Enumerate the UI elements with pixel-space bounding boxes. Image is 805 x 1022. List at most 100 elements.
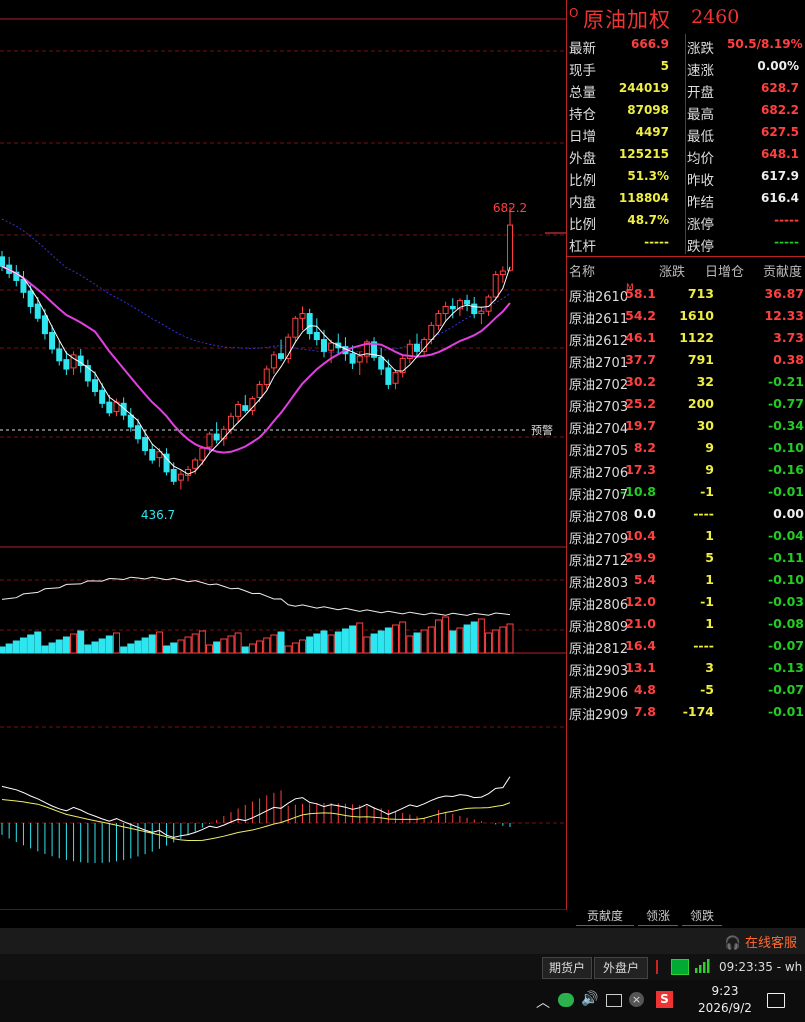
tab-0[interactable]: 贡献度 [576, 907, 634, 926]
candle [235, 400, 242, 423]
candle [177, 470, 184, 490]
volume-bar [434, 619, 442, 654]
column-header[interactable]: 日增仓 [705, 261, 744, 280]
quote-value: 125215 [618, 147, 669, 161]
contract-contribution: -0.10 [767, 572, 804, 587]
volume-bar [120, 646, 128, 654]
volume-bar [134, 640, 142, 654]
futures-account-button[interactable]: 期货户 [542, 957, 592, 979]
macd-dea-line [1, 799, 511, 841]
volume-bar [91, 641, 99, 654]
contract-row[interactable]: 原油2809 21.0 1 -0.08 [567, 613, 805, 635]
contract-row[interactable]: 原油2903 13.1 3 -0.13 [567, 657, 805, 679]
online-service-link[interactable]: 🎧 在线客服 [725, 932, 797, 951]
candle-body [227, 415, 234, 430]
column-header[interactable]: 名称 [569, 261, 595, 280]
candle-body [464, 300, 471, 305]
contract-row[interactable]: 原油2704 19.7 30 -0.34 [567, 415, 805, 437]
column-header[interactable]: 贡献度 [763, 261, 802, 280]
volume-bar [442, 616, 450, 654]
quote-label: 外盘 [569, 151, 596, 167]
candle-body [313, 331, 320, 341]
contract-row[interactable]: 原油2702 30.2 32 -0.21 [567, 371, 805, 393]
contract-row[interactable]: 原油2806 12.0 -1 -0.03 [567, 591, 805, 613]
volume-bar [413, 632, 421, 654]
contract-row[interactable]: 原油2611 54.2 1610 12.33 [567, 305, 805, 327]
contract-row[interactable]: 原油2703 25.2 200 -0.77 [567, 393, 805, 415]
contract-row[interactable]: 原油2610 M 58.1 713 36.87 [567, 283, 805, 305]
candle [371, 337, 378, 361]
speaker-icon[interactable]: 🔊 [581, 991, 598, 1007]
quote-value: ----- [774, 235, 799, 249]
quote-label: 速涨 [687, 63, 714, 79]
option-marker: O [569, 6, 579, 20]
quote-row: 比例 48.7% 涨停 ----- [567, 210, 805, 233]
candle [471, 297, 478, 319]
foreign-account-button[interactable]: 外盘户 [594, 957, 648, 979]
candle-body [263, 368, 270, 385]
oscillator-polyline [1, 576, 511, 616]
contract-oi-increase: -1 [700, 594, 714, 609]
contract-contribution: -0.07 [767, 682, 804, 697]
contract-row[interactable]: 原油2906 4.8 -5 -0.07 [567, 679, 805, 701]
notification-icon[interactable] [767, 993, 785, 1008]
contract-row[interactable]: 原油2709 10.4 1 -0.04 [567, 525, 805, 547]
contract-row[interactable]: 原油2708 0.0 ---- 0.00 [567, 503, 805, 525]
contract-row[interactable]: 原油2706 17.3 9 -0.16 [567, 459, 805, 481]
grid-icon[interactable] [671, 959, 689, 975]
volume-bar [55, 639, 63, 654]
contract-row[interactable]: 原油2612 46.1 1122 3.73 [567, 327, 805, 349]
quote-value: 628.7 [761, 81, 799, 95]
quote-value: 118804 [618, 191, 669, 205]
contract-row[interactable]: 原油2812 16.4 ---- -0.07 [567, 635, 805, 657]
contract-change: -10.8 [619, 484, 656, 499]
quote-label: 均价 [687, 151, 714, 167]
candle-body [92, 379, 99, 393]
wechat-icon[interactable] [558, 993, 574, 1007]
quote-value: 48.7% [627, 213, 669, 227]
candle [13, 265, 20, 287]
close-icon[interactable]: × [629, 992, 644, 1007]
volume-bar [220, 638, 228, 654]
volume-bar [163, 645, 171, 654]
contract-row[interactable]: 原油2909 7.8 -174 -0.01 [567, 701, 805, 723]
contract-oi-increase: ---- [693, 506, 714, 521]
candle [406, 339, 413, 364]
contract-name: 原油2803 [569, 576, 629, 591]
volume-bar [499, 626, 507, 654]
contract-contribution: -0.08 [767, 616, 804, 631]
sogou-icon[interactable]: S [656, 991, 673, 1008]
quote-label: 最低 [687, 129, 714, 145]
contract-oi-increase: 5 [705, 550, 714, 565]
contract-change: 46.1 [625, 330, 656, 345]
signal-icon [694, 958, 710, 978]
contract-oi-increase: 30 [696, 418, 714, 433]
volume-bar [349, 625, 357, 654]
clock[interactable]: 9:23 2026/9/2 [690, 984, 760, 1015]
quote-row: 杠杆 ----- 跌停 ----- [567, 232, 805, 255]
contract-row[interactable]: 原油2701 37.7 791 0.38 [567, 349, 805, 371]
contract-row[interactable]: 原油2712 29.9 5 -0.11 [567, 547, 805, 569]
candle [392, 369, 399, 390]
candle-body [320, 339, 327, 352]
chevron-up-icon[interactable]: ︿ [536, 992, 550, 1012]
contract-name: 原油2702 [569, 378, 629, 393]
volume-bar [284, 645, 292, 654]
candle [399, 356, 406, 378]
quote-value: 617.9 [761, 169, 799, 183]
contract-row[interactable]: 原油2705 8.2 9 -0.10 [567, 437, 805, 459]
volume-bar [191, 633, 199, 654]
monitor-icon[interactable] [606, 994, 622, 1007]
candle-body [199, 447, 206, 461]
column-header[interactable]: 涨跌 [659, 261, 685, 280]
tab-1[interactable]: 领涨 [638, 907, 678, 926]
contract-change: 25.2 [625, 396, 656, 411]
contract-row[interactable]: 原油2803 5.4 1 -0.10 [567, 569, 805, 591]
quote-row: 持仓 87098 最高 682.2 [567, 100, 805, 123]
kline-chart[interactable]: 682.2436.7预警2026/07/012026/09/02 [0, 0, 566, 910]
tab-2[interactable]: 领跌 [682, 907, 722, 926]
candle [278, 339, 285, 361]
contract-oi-increase: 1 [705, 528, 714, 543]
contract-oi-increase: -5 [700, 682, 714, 697]
contract-row[interactable]: 原油2707 -10.8 -1 -0.01 [567, 481, 805, 503]
